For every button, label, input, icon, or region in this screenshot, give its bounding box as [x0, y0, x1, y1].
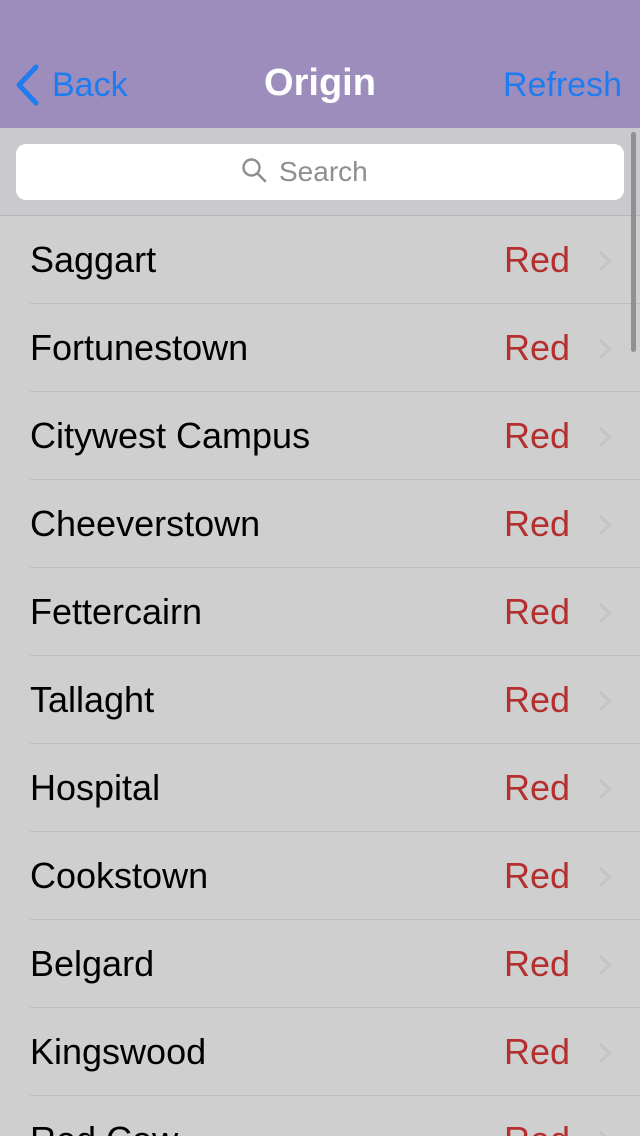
- search-field[interactable]: [16, 144, 624, 200]
- station-name: Hospital: [30, 767, 161, 808]
- refresh-button[interactable]: Refresh: [503, 60, 622, 110]
- line-label: Red: [503, 591, 570, 632]
- station-name: Red Cow: [30, 1096, 178, 1136]
- station-name: Fettercairn: [30, 591, 203, 632]
- chevron-right-icon: [598, 954, 612, 981]
- line-label: Red: [503, 943, 570, 984]
- chevron-right-icon: [598, 1130, 612, 1136]
- line-label: Red: [503, 767, 570, 808]
- search-bar: [0, 128, 640, 216]
- chevron-right-icon: [598, 690, 612, 717]
- line-label: Red: [503, 1031, 570, 1072]
- chevron-right-icon: [598, 602, 612, 629]
- navigation-bar: Back Origin Refresh: [0, 0, 640, 128]
- back-label: Back: [52, 65, 128, 104]
- station-name: Saggart: [30, 239, 157, 280]
- line-label: Red: [503, 239, 570, 280]
- line-label: Red: [503, 855, 570, 896]
- chevron-right-icon: [598, 778, 612, 805]
- chevron-right-icon: [598, 1042, 612, 1069]
- station-name: Citywest Campus: [30, 415, 311, 456]
- search-icon: [241, 157, 279, 188]
- list-item[interactable]: Kingswood Red: [0, 1008, 640, 1096]
- chevron-right-icon: [598, 866, 612, 893]
- line-label: Red: [504, 1096, 570, 1136]
- scrollbar[interactable]: [631, 132, 636, 352]
- station-name: Cookstown: [30, 855, 209, 896]
- search-input[interactable]: [279, 156, 399, 188]
- list-item[interactable]: Citywest Campus Red: [0, 392, 640, 480]
- list-item[interactable]: Belgard Red: [0, 920, 640, 1008]
- list-item[interactable]: Hospital Red: [0, 744, 640, 832]
- chevron-right-icon: [598, 426, 612, 453]
- station-name: Cheeverstown: [30, 503, 261, 544]
- line-label: Red: [503, 327, 570, 368]
- list-item[interactable]: Fettercairn Red: [0, 568, 640, 656]
- list-item[interactable]: Fortunestown Red: [0, 304, 640, 392]
- station-name: Fortunestown: [30, 327, 249, 368]
- line-label: Red: [503, 503, 570, 544]
- list-item[interactable]: Saggart Red: [0, 216, 640, 304]
- chevron-right-icon: [598, 250, 612, 277]
- station-name: Tallaght: [30, 679, 155, 720]
- station-list: Saggart Red Fortunestown Red Citywest Ca…: [0, 216, 640, 1136]
- back-button[interactable]: Back: [14, 60, 128, 110]
- line-label: Red: [503, 415, 570, 456]
- list-item[interactable]: Red Cow Red: [0, 1096, 640, 1136]
- chevron-left-icon: [14, 64, 40, 106]
- line-label: Red: [503, 679, 570, 720]
- list-item[interactable]: Tallaght Red: [0, 656, 640, 744]
- chevron-right-icon: [598, 338, 612, 365]
- station-name: Kingswood: [30, 1031, 207, 1072]
- list-item[interactable]: Cheeverstown Red: [0, 480, 640, 568]
- list-item[interactable]: Cookstown Red: [0, 832, 640, 920]
- station-name: Belgard: [30, 943, 155, 984]
- chevron-right-icon: [598, 514, 612, 541]
